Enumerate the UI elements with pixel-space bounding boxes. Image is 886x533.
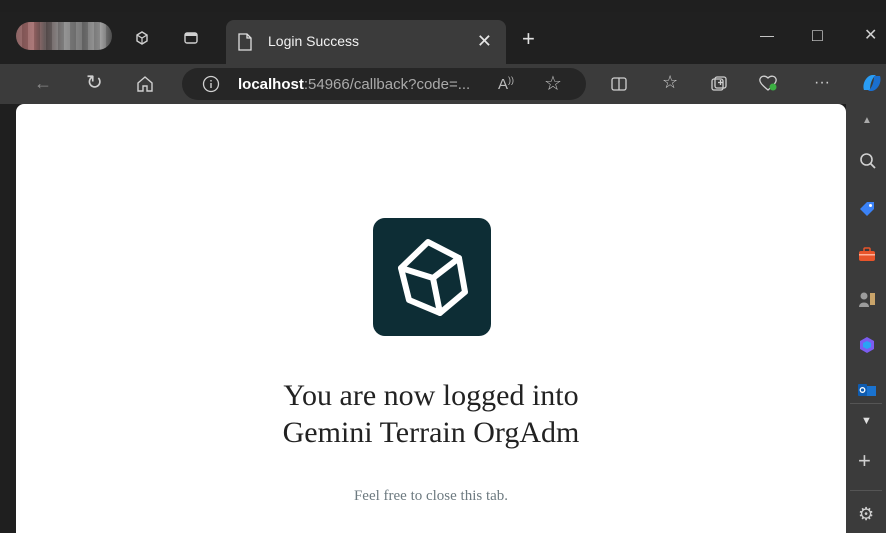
page-icon: [238, 33, 252, 51]
split-screen-icon[interactable]: [610, 75, 628, 93]
workspaces-icon[interactable]: [134, 30, 150, 46]
favorites-icon[interactable]: ☆: [662, 73, 678, 91]
browser-toolbar: ← ↻ localhost:54966/callback?code=... A)…: [0, 64, 886, 104]
new-tab-icon[interactable]: +: [522, 28, 535, 50]
url-text[interactable]: localhost:54966/callback?code=...: [238, 76, 470, 93]
url-host: localhost: [238, 76, 304, 93]
settings-gear-icon[interactable]: ⚙: [858, 505, 874, 523]
copilot-sidebar-icon[interactable]: [858, 336, 876, 354]
profile-avatar[interactable]: [16, 22, 112, 50]
login-confirmation-heading: You are now logged into Gemini Terrain O…: [16, 377, 846, 451]
more-options-icon[interactable]: ···: [814, 75, 830, 91]
maximize-icon[interactable]: □: [812, 26, 823, 44]
app-logo: [373, 218, 491, 336]
back-icon[interactable]: ←: [34, 74, 52, 92]
add-sidebar-icon[interactable]: +: [858, 450, 871, 472]
vertical-tabs-icon[interactable]: [183, 30, 199, 46]
browser-essentials-icon[interactable]: [758, 74, 778, 92]
collections-icon[interactable]: [710, 75, 728, 93]
address-bar[interactable]: localhost:54966/callback?code=... A)) ☆: [182, 68, 586, 100]
outlook-icon[interactable]: [858, 384, 876, 398]
refresh-icon[interactable]: ↻: [86, 73, 103, 93]
read-aloud-icon[interactable]: A)): [498, 76, 514, 93]
close-tab-hint: Feel free to close this tab.: [353, 488, 509, 504]
tab-close-icon[interactable]: ✕: [477, 31, 492, 52]
url-path: :54966/callback?code=...: [303, 76, 471, 93]
tools-icon[interactable]: [858, 246, 876, 262]
page-content: You are now logged into Gemini Terrain O…: [16, 104, 846, 533]
headline-line-2: Gemini Terrain OrgAdm: [282, 416, 580, 449]
sidebar-divider-bottom: [850, 490, 882, 491]
favorite-star-icon[interactable]: ☆: [544, 74, 562, 94]
tab-login-success[interactable]: Login Success ✕: [226, 20, 506, 64]
games-icon[interactable]: [858, 290, 876, 308]
browser-titlebar: Login Success ✕ + — □ ✕: [0, 0, 886, 64]
close-window-icon[interactable]: ✕: [864, 28, 877, 44]
cube-icon: [398, 239, 468, 316]
tab-title: Login Success: [268, 33, 360, 49]
site-info-icon[interactable]: [202, 75, 220, 93]
search-icon[interactable]: [859, 152, 877, 170]
copilot-icon[interactable]: [860, 72, 884, 94]
browser-sidebar: ▲ ▼ + ⚙: [846, 104, 886, 533]
shopping-tag-icon[interactable]: [858, 200, 876, 218]
minimize-icon[interactable]: —: [760, 28, 774, 42]
scroll-down-icon[interactable]: ▼: [861, 416, 872, 427]
headline-line-1: You are now logged into: [283, 379, 579, 412]
scroll-up-icon[interactable]: ▲: [862, 116, 872, 126]
sidebar-divider: [850, 403, 882, 404]
home-icon[interactable]: [136, 75, 154, 93]
